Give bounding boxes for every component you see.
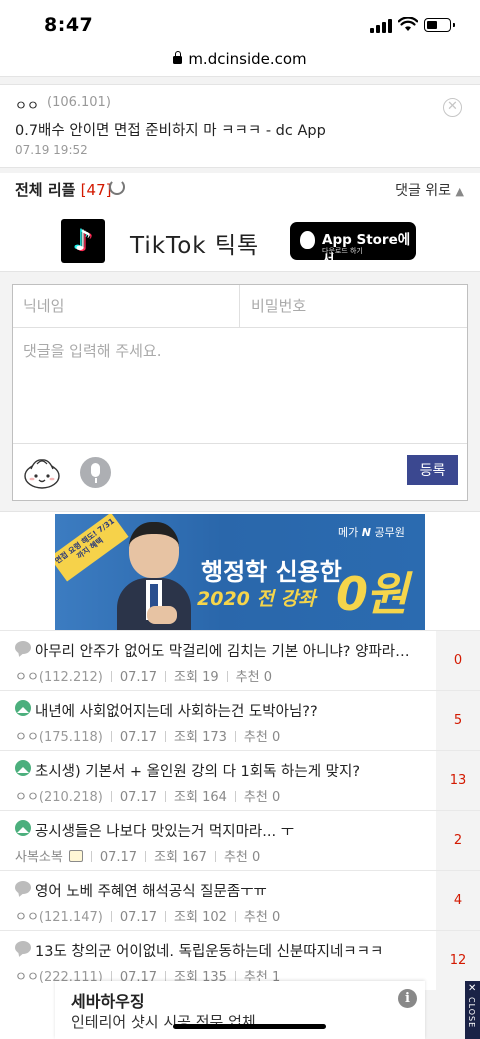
url-text: m.dcinside.com: [188, 50, 307, 68]
post-title[interactable]: 초시생) 기본서 + 올인원 강의 다 1회독 하는게 맞지?: [35, 760, 420, 781]
status-bar: 8:47: [0, 0, 480, 44]
post-meta: ㅇㅇ(210.218) 07.17 조회 164 추천 0: [15, 790, 281, 805]
ad-price: 0원: [336, 567, 408, 621]
submit-button[interactable]: 등록: [407, 455, 458, 485]
close-label: CLOSE: [467, 997, 476, 1029]
comment-form: 등록: [12, 284, 468, 501]
comment-textarea[interactable]: [13, 329, 467, 444]
post-meta: ㅇㅇ(175.118) 07.17 조회 173 추천 0: [15, 730, 281, 745]
goto-comment-top-button[interactable]: 댓글 위로 ▲: [395, 180, 464, 200]
apple-icon: [300, 231, 315, 249]
tiktok-ad[interactable]: ♪ TikTok 틱톡 App Store에서 다운로드 하기: [56, 212, 424, 270]
dccon-emoticon-icon[interactable]: [23, 455, 61, 490]
text-post-icon: [15, 941, 31, 954]
list-item[interactable]: 초시생) 기본서 + 올인원 강의 다 1회독 하는게 맞지? ㅇㅇ(210.2…: [0, 750, 480, 811]
post-title[interactable]: 아무리 안주가 없어도 막걸리에 김치는 기본 아니냐? 양파라도 씹어라: [35, 640, 420, 661]
image-post-icon: [15, 700, 31, 716]
post-title[interactable]: 내년에 사회없어지는데 사회하는건 도박아님??: [35, 700, 420, 721]
gallog-icon[interactable]: [68, 850, 83, 862]
ad-person-image: [117, 522, 191, 630]
comment-text: 0.7배수 안이면 면접 준비하지 마 ㅋㅋㅋ - dc App: [15, 123, 326, 139]
nickname-input[interactable]: [13, 285, 240, 328]
wifi-icon: [398, 17, 418, 31]
signal-icon: [370, 19, 392, 33]
list-item[interactable]: 내년에 사회없어지는데 사회하는건 도박아님?? ㅇㅇ(175.118) 07.1…: [0, 690, 480, 751]
divider: [0, 76, 480, 85]
status-time: 8:47: [44, 14, 94, 36]
comment-item: ㅇㅇ (106.101) 0.7배수 안이면 면접 준비하지 마 ㅋㅋㅋ - d…: [0, 86, 480, 166]
image-post-icon: [15, 760, 31, 776]
app-store-button[interactable]: App Store에서 다운로드 하기: [290, 222, 416, 268]
reply-count-badge[interactable]: 4: [436, 871, 480, 931]
close-ad-button[interactable]: ✕ CLOSE: [465, 981, 480, 1039]
comment-nick: ㅇㅇ: [15, 99, 39, 114]
password-input[interactable]: [240, 285, 467, 328]
reply-header: 전체 리플 [47] 댓글 위로 ▲: [0, 174, 480, 204]
bottom-sticky-ad[interactable]: 세바하우징 인테리어 샷시 시공 전문 업체 i: [55, 981, 425, 1039]
ad-headline: 행정학 신용한: [201, 558, 342, 586]
lock-icon: [173, 51, 183, 64]
post-meta: 사복소복 07.17 조회 167 추천 0: [15, 850, 261, 865]
delete-comment-icon[interactable]: ✕: [443, 98, 462, 117]
battery-icon: [424, 18, 455, 32]
post-title[interactable]: 영어 노베 주혜연 해석공식 질문좀ㅜㅠ: [35, 880, 420, 901]
divider: [0, 167, 480, 173]
reply-count: [47]: [80, 181, 112, 199]
post-title[interactable]: 공시생들은 나보다 맛있는거 먹지마라... ㅜ: [35, 820, 420, 841]
post-title[interactable]: 13도 창의군 어이없네. 독립운동하는데 신분따지네ㅋㅋㅋ: [35, 940, 420, 961]
reply-title: 전체 리플 [47]: [15, 181, 112, 199]
comment-ip: (106.101): [47, 95, 111, 110]
post-meta: ㅇㅇ(121.147) 07.17 조회 102 추천 0: [15, 910, 281, 925]
bottom-ad-brand: 세바하우징: [71, 992, 145, 1011]
close-icon: ✕: [468, 983, 477, 994]
text-post-icon: [15, 641, 31, 654]
post-meta: ㅇㅇ(112.212) 07.17 조회 19 추천 0: [15, 670, 272, 685]
ad-subheadline: 2020 전 강좌: [197, 588, 316, 610]
list-item[interactable]: 공시생들은 나보다 맛있는거 먹지마라... ㅜ 사복소복 07.17 조회 167…: [0, 810, 480, 871]
reply-count-badge[interactable]: 0: [436, 631, 480, 691]
reply-count-badge[interactable]: 2: [436, 811, 480, 871]
text-post-icon: [15, 881, 31, 894]
voice-comment-icon[interactable]: [80, 457, 111, 488]
list-item[interactable]: 아무리 안주가 없어도 막걸리에 김치는 기본 아니냐? 양파라도 씹어라 ㅇㅇ…: [0, 630, 480, 691]
app-store-sublabel: 다운로드 하기: [322, 247, 363, 255]
comment-date: 07.19 19:52: [15, 143, 88, 157]
tiktok-ad-text: TikTok 틱톡: [130, 233, 260, 259]
info-icon[interactable]: i: [398, 989, 417, 1008]
home-indicator[interactable]: [173, 1024, 326, 1029]
ad-brand: 메가 N 공무원: [338, 526, 405, 539]
image-post-icon: [15, 820, 31, 836]
url-bar[interactable]: m.dcinside.com: [0, 44, 480, 74]
lecture-ad-banner[interactable]: 면접 요령 해도! 7/31까지 혜택 메가 N 공무원 행정학 신용한 202…: [55, 514, 425, 630]
refresh-icon[interactable]: [109, 179, 125, 195]
reply-count-badge[interactable]: 13: [436, 751, 480, 811]
triangle-up-icon: ▲: [455, 185, 464, 198]
list-item[interactable]: 영어 노베 주혜연 해석공식 질문좀ㅜㅠ ㅇㅇ(121.147) 07.17 조회 …: [0, 870, 480, 931]
reply-count-badge[interactable]: 5: [436, 691, 480, 751]
tiktok-logo-icon: ♪: [61, 219, 105, 263]
